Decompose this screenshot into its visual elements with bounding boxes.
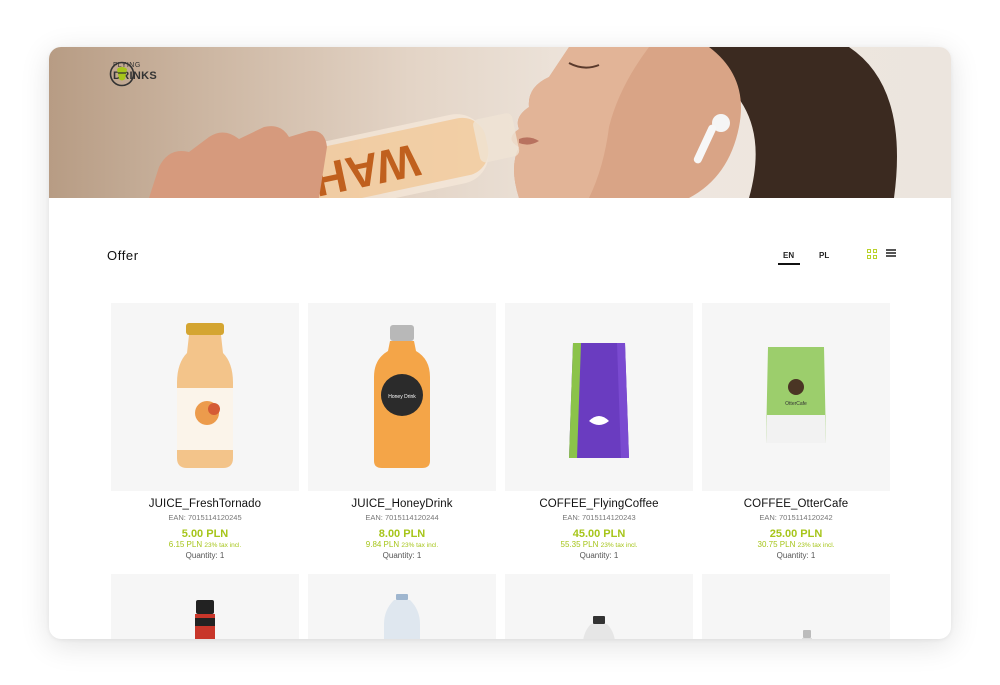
product-ean: EAN: 7015114120244 (365, 513, 439, 522)
product-name[interactable]: JUICE_FreshTornado (111, 498, 299, 510)
small-bottle-icon (802, 630, 812, 639)
product-name[interactable]: COFFEE_FlyingCoffee (505, 498, 693, 510)
product-gross-price: 9.84 PLN 23% tax incl. (308, 540, 496, 549)
logo-icon (109, 61, 135, 87)
product-card[interactable] (111, 574, 299, 639)
app-window: WAH FLYING DRINKS Offer EN PL JUICE_Fres… (49, 47, 951, 639)
product-image[interactable] (308, 574, 496, 639)
clear-bottle-icon (583, 616, 615, 639)
product-ean: EAN: 7015114120245 (168, 513, 242, 522)
product-gross-price: 55.35 PLN 23% tax incl. (505, 540, 693, 549)
product-image[interactable] (111, 303, 299, 491)
active-language-indicator (778, 263, 800, 265)
list-view-icon[interactable] (886, 249, 896, 259)
product-price: 25.00 PLN (769, 528, 823, 540)
product-card[interactable]: OtterCafe COFFEE_OtterCafe EAN: 70151141… (702, 303, 890, 560)
language-pl-button[interactable]: PL (819, 251, 829, 260)
juice-bottle-icon (177, 323, 233, 468)
page-title: Offer (107, 248, 139, 263)
product-card[interactable] (702, 574, 890, 639)
product-quantity: Quantity: 1 (579, 551, 619, 560)
water-bottle-icon (384, 594, 420, 639)
product-image[interactable] (505, 303, 693, 491)
otter-cafe-bag-icon: OtterCafe (766, 347, 826, 443)
product-name[interactable]: COFFEE_OtterCafe (702, 498, 890, 510)
hero-image: WAH (149, 47, 897, 198)
brand-logo[interactable]: FLYING DRINKS (109, 61, 157, 87)
gross-value: 30.75 PLN (757, 540, 796, 549)
product-ean: EAN: 7015114120242 (759, 513, 833, 522)
product-card[interactable]: Honey Drink JUICE_HoneyDrink EAN: 701511… (308, 303, 496, 560)
product-quantity: Quantity: 1 (776, 551, 816, 560)
grid-view-icon[interactable] (867, 249, 877, 259)
tax-note: 23% tax incl. (401, 542, 439, 549)
language-en-button[interactable]: EN (783, 251, 794, 260)
product-ean: EAN: 7015114120243 (562, 513, 636, 522)
product-image[interactable] (702, 574, 890, 639)
product-gross-price: 6.15 PLN 23% tax incl. (111, 540, 299, 549)
product-image[interactable]: Honey Drink (308, 303, 496, 491)
product-card[interactable]: COFFEE_FlyingCoffee EAN: 7015114120243 4… (505, 303, 693, 560)
product-price: 5.00 PLN (181, 528, 229, 540)
red-bottle-icon (195, 600, 215, 639)
tax-note: 23% tax incl. (204, 542, 242, 549)
product-image[interactable] (111, 574, 299, 639)
tax-note: 23% tax incl. (600, 542, 638, 549)
tax-note: 23% tax incl. (797, 542, 835, 549)
product-price: 8.00 PLN (378, 528, 426, 540)
honey-drink-bottle-icon: Honey Drink (374, 325, 430, 468)
svg-text:OtterCafe: OtterCafe (785, 401, 807, 407)
product-quantity: Quantity: 1 (382, 551, 422, 560)
product-name[interactable]: JUICE_HoneyDrink (308, 498, 496, 510)
product-card[interactable] (308, 574, 496, 639)
coffee-bag-icon (569, 343, 629, 458)
product-price: 45.00 PLN (572, 528, 626, 540)
gross-value: 6.15 PLN (168, 540, 203, 549)
product-card[interactable]: JUICE_FreshTornado EAN: 7015114120245 5.… (111, 303, 299, 560)
gross-value: 9.84 PLN (365, 540, 400, 549)
svg-text:Honey Drink: Honey Drink (388, 394, 416, 400)
product-card[interactable] (505, 574, 693, 639)
product-image[interactable]: OtterCafe (702, 303, 890, 491)
hero-banner: WAH FLYING DRINKS (49, 47, 951, 198)
gross-value: 55.35 PLN (560, 540, 599, 549)
product-image[interactable] (505, 574, 693, 639)
product-gross-price: 30.75 PLN 23% tax incl. (702, 540, 890, 549)
product-quantity: Quantity: 1 (185, 551, 225, 560)
